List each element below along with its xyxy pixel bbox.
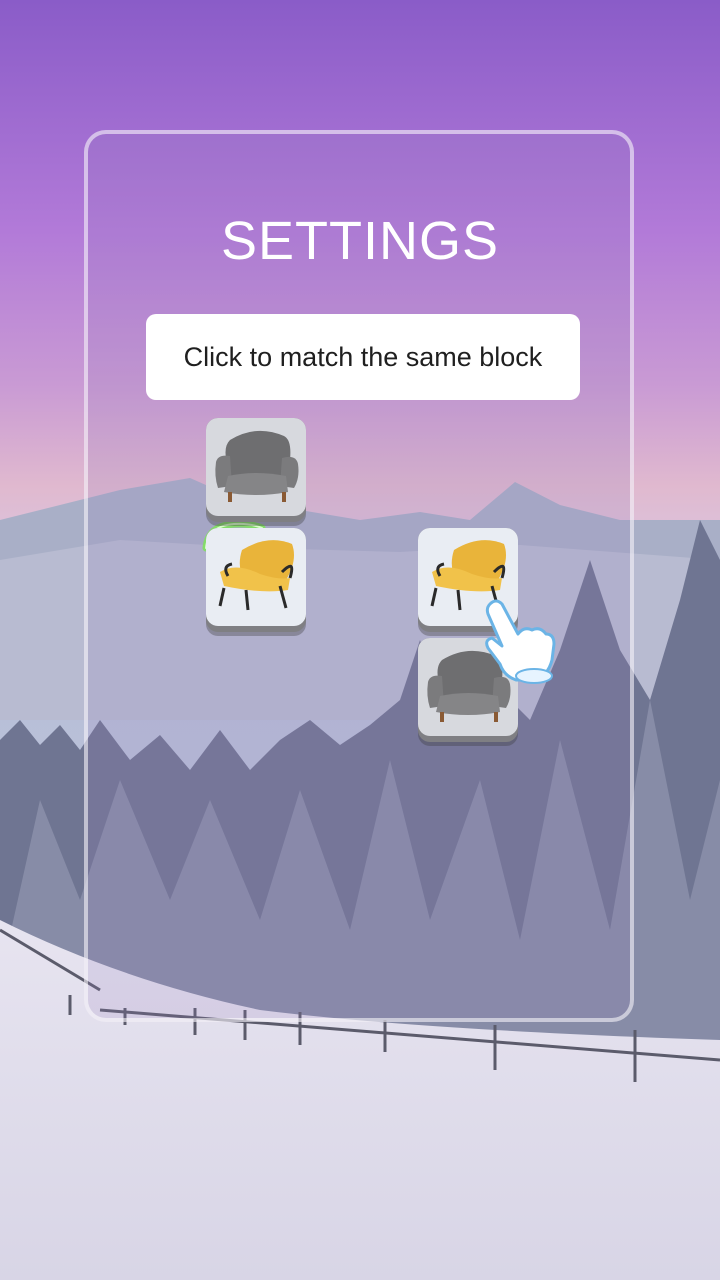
tap-hand-icon	[485, 599, 556, 684]
tile-yellow-armchair-selected[interactable]	[206, 528, 306, 632]
page-title: SETTINGS	[220, 211, 500, 271]
yellow-armchair-icon	[218, 540, 294, 611]
gray-armchair-icon	[215, 430, 299, 502]
tile-gray-armchair[interactable]	[206, 418, 306, 522]
hint-text: Click to match the same block	[183, 341, 543, 372]
hint-banner: Click to match the same block	[146, 314, 580, 400]
